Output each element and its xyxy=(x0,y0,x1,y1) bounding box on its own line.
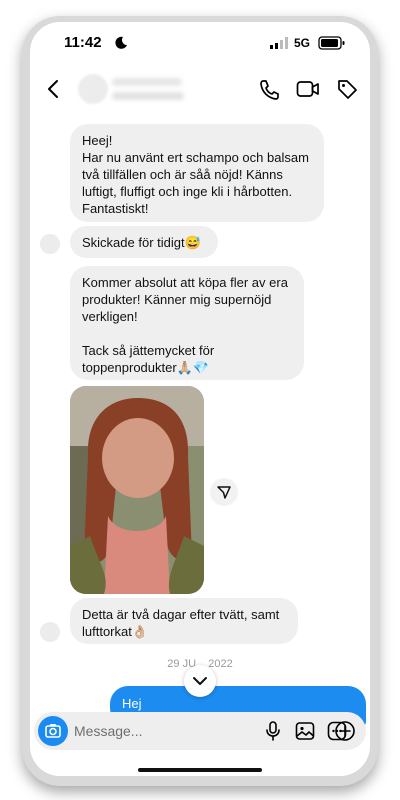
message-composer xyxy=(34,712,366,750)
moon-icon xyxy=(115,36,127,49)
message-bubble[interactable]: Detta är två dagar efter tvätt, samt luf… xyxy=(70,598,298,644)
chat-header xyxy=(30,70,370,110)
contact-avatar[interactable] xyxy=(78,74,108,104)
message-input[interactable] xyxy=(74,721,224,741)
signal-icon xyxy=(270,37,288,49)
camera-icon xyxy=(45,724,61,738)
photo-image xyxy=(70,386,204,594)
status-time: 11:42 xyxy=(64,34,102,51)
photo-message[interactable] xyxy=(70,386,204,594)
sender-avatar[interactable] xyxy=(40,234,60,254)
contact-status-redacted xyxy=(112,92,184,100)
message-bubble[interactable]: Heej! Har nu använt ert schampo och bals… xyxy=(70,124,324,222)
home-indicator[interactable] xyxy=(138,768,262,772)
contact-name-redacted[interactable] xyxy=(112,78,182,86)
video-icon[interactable] xyxy=(296,79,320,99)
share-icon[interactable] xyxy=(210,478,238,506)
battery-icon xyxy=(318,36,345,50)
sender-avatar[interactable] xyxy=(40,622,60,642)
tag-icon[interactable] xyxy=(336,78,358,100)
message-bubble[interactable]: Skickade för tidigt😅 xyxy=(70,226,218,258)
network-label: 5G xyxy=(294,36,311,50)
microphone-icon[interactable] xyxy=(262,720,284,742)
back-icon[interactable] xyxy=(44,78,64,100)
plus-icon[interactable] xyxy=(334,720,356,742)
status-bar: 11:42 5G xyxy=(30,22,370,66)
chevron-down-icon[interactable] xyxy=(184,665,216,697)
gallery-icon[interactable] xyxy=(294,720,316,742)
message-bubble[interactable]: Kommer absolut att köpa fler av era prod… xyxy=(70,266,304,380)
call-icon[interactable] xyxy=(258,78,280,100)
chat-screen: 11:42 5G Heej! Har nu använt ert schampo… xyxy=(30,22,370,776)
camera-button[interactable] xyxy=(38,716,68,746)
